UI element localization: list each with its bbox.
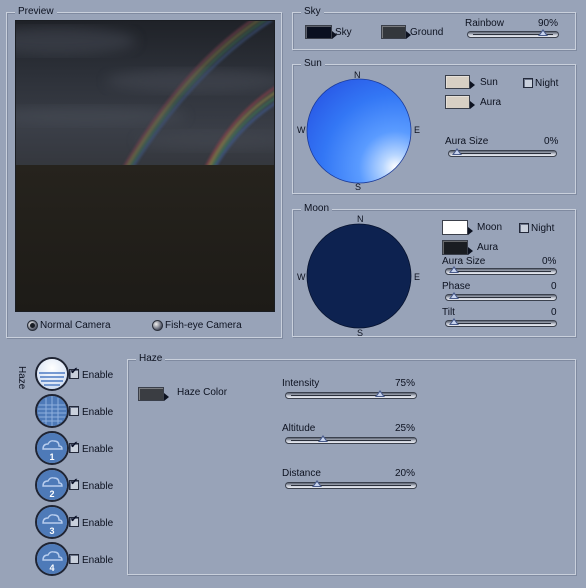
haze-altitude-label: Altitude — [282, 423, 316, 434]
slider-thumb[interactable] — [452, 148, 462, 155]
moon-aura-label: Aura — [477, 242, 499, 253]
dropdown-arrow-icon — [470, 81, 475, 89]
sun-night-checkbox[interactable] — [523, 78, 533, 88]
cloud-layer-icon[interactable]: 1 — [35, 431, 69, 465]
sun-color-label: Sun — [480, 77, 498, 88]
sky-color-swatch[interactable] — [305, 25, 337, 39]
sky-title: Sky — [301, 6, 324, 18]
moon-aura-size-value: 0% — [542, 256, 557, 267]
dropdown-arrow-icon — [164, 393, 169, 401]
sun-color-swatch[interactable] — [445, 75, 475, 89]
moon-title: Moon — [301, 203, 333, 215]
haze-intensity-slider[interactable] — [285, 390, 417, 399]
haze-distance-slider[interactable] — [285, 480, 417, 489]
haze-layer-enable-checkbox[interactable] — [69, 554, 79, 564]
haze-layer-enable-label[interactable]: Enable — [82, 407, 113, 419]
cloud-layer-icon[interactable]: 3 — [35, 505, 69, 539]
normal-camera-label[interactable]: Normal Camera — [40, 320, 111, 332]
haze-layer-icon[interactable] — [35, 357, 69, 391]
slider-thumb[interactable] — [311, 480, 322, 487]
haze-color-swatch[interactable] — [138, 387, 169, 401]
haze-layer-enable-label[interactable]: Enable — [82, 370, 113, 382]
haze-layer-enable-label[interactable]: Enable — [82, 444, 113, 456]
svg-text:3: 3 — [49, 526, 54, 536]
svg-text:1: 1 — [49, 452, 54, 462]
preview-viewport[interactable] — [15, 20, 275, 312]
rainbow-label: Rainbow — [465, 18, 504, 29]
slider-thumb[interactable] — [537, 29, 548, 36]
moon-position-globe[interactable] — [305, 222, 415, 332]
sun-aura-size-value: 0% — [544, 136, 559, 147]
haze-altitude-value: 25% — [395, 423, 416, 434]
dropdown-arrow-icon — [470, 101, 475, 109]
moon-compass-east: E — [414, 272, 421, 282]
moon-tilt-value: 0 — [551, 307, 557, 318]
preview-scene-image — [16, 21, 274, 311]
moon-night-label[interactable]: Night — [531, 223, 554, 235]
haze-title: Haze — [136, 353, 166, 365]
sun-aura-label: Aura — [480, 97, 502, 108]
sun-compass-south: S — [355, 182, 362, 192]
haze-layer-enable-checkbox[interactable] — [69, 366, 79, 379]
fisheye-camera-radio[interactable] — [152, 320, 163, 331]
sun-title: Sun — [301, 58, 325, 70]
sun-position-globe[interactable] — [305, 77, 415, 187]
haze-intensity-value: 75% — [395, 378, 416, 389]
slider-thumb[interactable] — [374, 390, 385, 397]
haze-altitude-slider[interactable] — [285, 435, 417, 444]
cloud-layer-icon[interactable]: 4 — [35, 542, 69, 576]
svg-text:4: 4 — [49, 563, 54, 573]
rainbow-slider[interactable] — [467, 29, 559, 38]
haze-layer-enable-checkbox[interactable] — [69, 514, 79, 527]
moon-color-swatch[interactable] — [442, 220, 473, 235]
haze-layer-enable-label[interactable]: Enable — [82, 518, 113, 530]
moon-compass-west: W — [297, 272, 306, 282]
fisheye-camera-label[interactable]: Fish-eye Camera — [165, 320, 242, 332]
dropdown-arrow-icon — [468, 247, 473, 255]
ground-color-label: Ground — [410, 27, 444, 38]
haze-grid-icon[interactable] — [35, 394, 69, 428]
slider-thumb[interactable] — [449, 292, 459, 299]
moon-compass-south: S — [357, 328, 364, 338]
normal-camera-radio[interactable] — [27, 320, 38, 331]
moon-aura-size-slider[interactable] — [445, 266, 557, 275]
haze-intensity-label: Intensity — [282, 378, 320, 389]
moon-aura-color-swatch[interactable] — [442, 240, 473, 255]
haze-layer-enable-checkbox[interactable] — [69, 477, 79, 490]
moon-tilt-slider[interactable] — [445, 318, 557, 327]
sun-night-label[interactable]: Night — [535, 78, 558, 90]
haze-distance-value: 20% — [395, 468, 416, 479]
sun-aura-size-slider[interactable] — [448, 148, 557, 157]
sky-color-label: Sky — [335, 27, 352, 38]
haze-layer-enable-label[interactable]: Enable — [82, 481, 113, 493]
sun-compass-north: N — [354, 70, 361, 80]
ground-color-swatch[interactable] — [381, 25, 411, 39]
haze-layer-enable-label[interactable]: Enable — [82, 555, 113, 567]
haze-distance-label: Distance — [282, 468, 321, 479]
slider-thumb[interactable] — [449, 318, 459, 325]
moon-phase-slider[interactable] — [445, 292, 557, 301]
preview-title: Preview — [15, 6, 57, 18]
sun-aura-color-swatch[interactable] — [445, 95, 475, 109]
dropdown-arrow-icon — [468, 227, 473, 235]
slider-thumb[interactable] — [317, 435, 328, 442]
moon-compass-north: N — [357, 214, 364, 224]
sun-compass-west: W — [297, 125, 306, 135]
moon-night-checkbox[interactable] — [519, 223, 529, 233]
cloud-layer-icon[interactable]: 2 — [35, 468, 69, 502]
slider-thumb[interactable] — [449, 266, 459, 273]
haze-color-label: Haze Color — [177, 387, 228, 398]
haze-layer-enable-checkbox[interactable] — [69, 440, 79, 453]
sun-compass-east: E — [414, 125, 421, 135]
moon-color-label: Moon — [477, 222, 503, 233]
haze-layer-enable-checkbox[interactable] — [69, 406, 79, 416]
moon-phase-value: 0 — [551, 281, 557, 292]
sun-aura-size-label: Aura Size — [445, 136, 489, 147]
svg-text:2: 2 — [49, 489, 54, 499]
haze-side-label: Haze — [16, 366, 27, 390]
